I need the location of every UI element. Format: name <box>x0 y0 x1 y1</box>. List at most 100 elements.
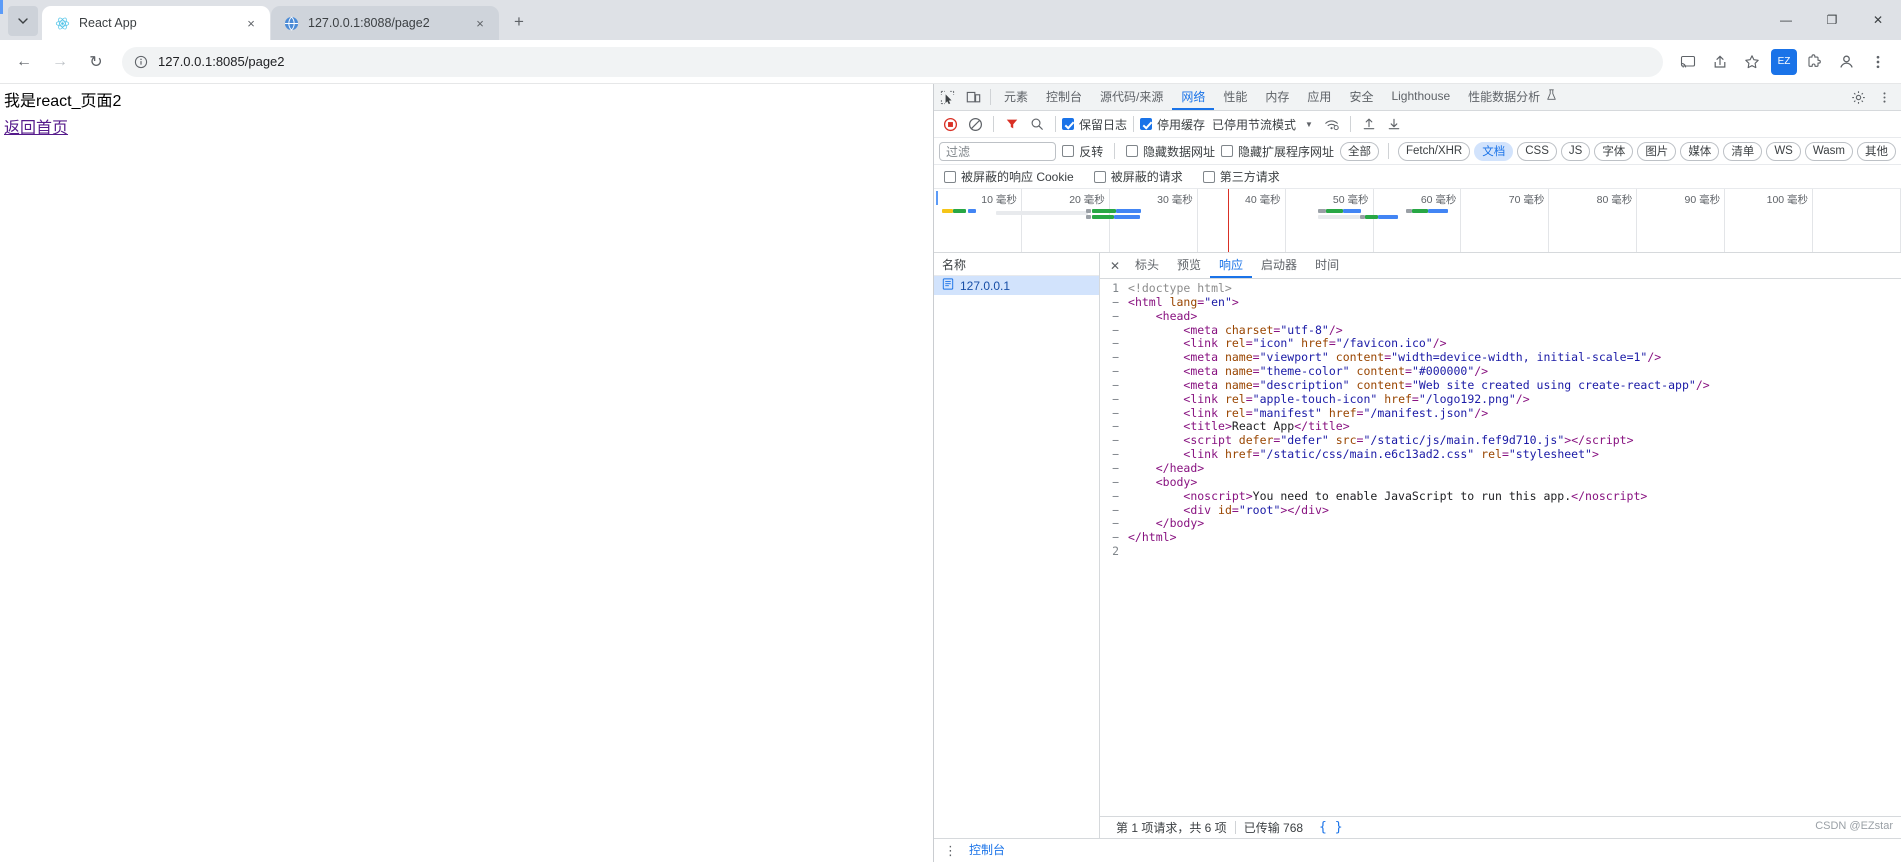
line-number[interactable]: − <box>1100 447 1128 462</box>
maximize-button[interactable]: ❐ <box>1809 3 1855 37</box>
more-options-icon[interactable] <box>1871 91 1897 104</box>
reload-button[interactable]: ↻ <box>80 46 112 78</box>
line-number[interactable]: − <box>1100 350 1128 365</box>
close-icon[interactable]: × <box>242 14 260 32</box>
preserve-log-checkbox[interactable]: 保留日志 <box>1062 116 1127 133</box>
line-number[interactable]: − <box>1100 309 1128 324</box>
detail-tab-timing[interactable]: 时间 <box>1306 253 1348 278</box>
line-number[interactable]: 2 <box>1100 544 1128 559</box>
clear-icon[interactable] <box>963 113 987 135</box>
filter-chip-css[interactable]: CSS <box>1517 141 1557 161</box>
more-options-icon[interactable]: ⋮ <box>944 844 957 857</box>
close-icon[interactable]: × <box>471 14 489 32</box>
line-number[interactable]: − <box>1100 516 1128 531</box>
line-number[interactable]: − <box>1100 323 1128 338</box>
filter-funnel-icon[interactable] <box>1000 113 1024 135</box>
detail-tab-response[interactable]: 响应 <box>1210 253 1253 278</box>
search-icon[interactable] <box>1025 113 1049 135</box>
filter-chip-font[interactable]: 字体 <box>1594 141 1634 161</box>
menu-icon[interactable] <box>1863 47 1893 77</box>
devtools-tab-application[interactable]: 应用 <box>1298 84 1340 110</box>
line-number[interactable]: − <box>1100 406 1128 421</box>
drawer-tab-console[interactable]: 控制台 <box>969 841 1005 860</box>
line-number[interactable]: − <box>1100 503 1128 518</box>
settings-gear-icon[interactable] <box>1845 90 1871 105</box>
filter-chip-all[interactable]: 全部 <box>1339 141 1379 161</box>
filter-chip-ws[interactable]: WS <box>1766 141 1801 161</box>
star-icon[interactable] <box>1737 47 1767 77</box>
address-bar[interactable]: 127.0.0.1:8085/page2 <box>122 46 1663 77</box>
line-number[interactable]: − <box>1100 364 1128 379</box>
format-code-button[interactable]: { } <box>1311 820 1342 835</box>
info-circle-icon[interactable] <box>134 55 148 69</box>
hide-data-urls-checkbox[interactable]: 隐藏数据网址 <box>1125 143 1215 160</box>
throttling-select-label[interactable]: 已停用节流模式 <box>1212 116 1296 133</box>
detail-tab-initiator[interactable]: 启动器 <box>1252 253 1306 278</box>
network-conditions-icon[interactable] <box>1320 113 1344 135</box>
network-overview-timeline[interactable]: 10 毫秒 20 毫秒 30 毫秒 40 毫秒 50 毫秒 60 毫秒 70 毫… <box>934 189 1901 253</box>
filter-chip-doc[interactable]: 文档 <box>1474 141 1514 161</box>
timeline-cell: 60 毫秒 <box>1374 189 1462 252</box>
line-number[interactable]: − <box>1100 475 1128 490</box>
hide-extension-urls-checkbox[interactable]: 隐藏扩展程序网址 <box>1220 143 1334 160</box>
inspect-element-icon[interactable] <box>934 84 960 110</box>
export-har-icon[interactable] <box>1382 113 1406 135</box>
filter-chip-manifest[interactable]: 清单 <box>1723 141 1763 161</box>
invert-checkbox[interactable]: 反转 <box>1062 143 1103 160</box>
line-number[interactable]: − <box>1100 433 1128 448</box>
filter-chip-media[interactable]: 媒体 <box>1680 141 1720 161</box>
devtools-tab-memory[interactable]: 内存 <box>1256 84 1298 110</box>
line-number[interactable]: − <box>1100 295 1128 310</box>
filter-chip-js[interactable]: JS <box>1560 141 1591 161</box>
new-tab-button[interactable]: + <box>505 8 533 36</box>
import-har-icon[interactable] <box>1357 113 1381 135</box>
back-to-home-link[interactable]: 返回首页 <box>4 114 68 138</box>
line-number[interactable]: − <box>1100 378 1128 393</box>
line-number[interactable]: − <box>1100 489 1128 504</box>
line-number[interactable]: − <box>1100 530 1128 545</box>
line-number[interactable]: 1 <box>1100 281 1128 296</box>
filter-chip-wasm[interactable]: Wasm <box>1804 141 1853 161</box>
response-source-view[interactable]: 1 <!doctype html> − <html lang="en"> − <head… <box>1100 279 1901 816</box>
devtools-tab-security[interactable]: 安全 <box>1340 84 1382 110</box>
browser-tab-react-app[interactable]: React App × <box>42 6 270 40</box>
devtools-tab-elements[interactable]: 元素 <box>995 84 1037 110</box>
cast-icon[interactable] <box>1673 47 1703 77</box>
detail-tab-preview[interactable]: 预览 <box>1168 253 1210 278</box>
chevron-down-icon[interactable]: ▼ <box>1305 120 1313 129</box>
back-button[interactable]: ← <box>8 46 40 78</box>
line-number[interactable]: − <box>1100 392 1128 407</box>
filter-chip-img[interactable]: 图片 <box>1637 141 1677 161</box>
forward-button[interactable]: → <box>44 46 76 78</box>
devtools-tab-lighthouse[interactable]: Lighthouse <box>1382 84 1459 110</box>
device-toolbar-icon[interactable] <box>960 84 986 110</box>
share-icon[interactable] <box>1705 47 1735 77</box>
line-number[interactable]: − <box>1100 461 1128 476</box>
extensions-icon[interactable] <box>1799 47 1829 77</box>
devtools-tab-console[interactable]: 控制台 <box>1037 84 1091 110</box>
devtools-tab-performance[interactable]: 性能 <box>1214 84 1256 110</box>
devtools-tab-performance-insights[interactable]: 性能数据分析 <box>1459 84 1566 110</box>
table-row[interactable]: 127.0.0.1 <box>0 0 1099 295</box>
line-number[interactable]: − <box>1100 337 1128 351</box>
devtools-tab-sources[interactable]: 源代码/来源 <box>1091 84 1172 110</box>
filter-chip-fetch-xhr[interactable]: Fetch/XHR <box>1397 141 1471 161</box>
third-party-requests-checkbox[interactable]: 第三方请求 <box>1202 168 1280 185</box>
profile-badge[interactable]: EZ <box>1771 48 1797 75</box>
filter-chip-other[interactable]: 其他 <box>1857 141 1896 161</box>
request-column-header[interactable]: 名称 <box>934 253 1099 276</box>
minimize-button[interactable]: — <box>1763 3 1809 37</box>
profile-icon[interactable] <box>1831 47 1861 77</box>
detail-tab-headers[interactable]: 标头 <box>1126 253 1168 278</box>
tab-search-button[interactable] <box>8 6 38 36</box>
line-number[interactable]: − <box>1100 420 1128 434</box>
browser-tab-page2[interactable]: 127.0.0.1:8088/page2 × <box>271 6 499 40</box>
blocked-requests-checkbox[interactable]: 被屏蔽的请求 <box>1093 168 1183 185</box>
close-icon[interactable]: ✕ <box>1104 253 1126 278</box>
disable-cache-checkbox[interactable]: 停用缓存 <box>1140 116 1205 133</box>
filter-input[interactable]: 过滤 <box>939 141 1057 161</box>
blocked-response-cookies-checkbox[interactable]: 被屏蔽的响应 Cookie <box>944 168 1074 185</box>
record-stop-icon[interactable] <box>938 113 962 135</box>
devtools-tab-network[interactable]: 网络 <box>1172 84 1215 110</box>
window-close-button[interactable]: ✕ <box>1855 3 1901 37</box>
